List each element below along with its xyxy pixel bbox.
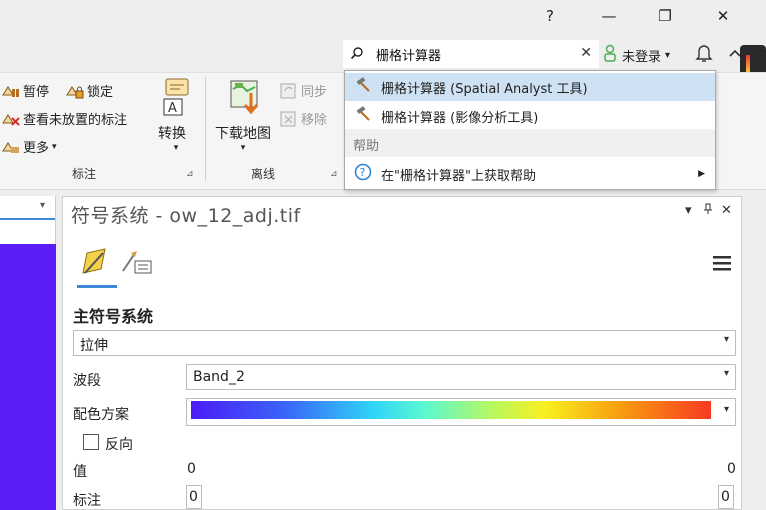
suggestion-image-analyst[interactable]: 栅格计算器 (影像分析工具) xyxy=(345,102,715,130)
value-min: 0 xyxy=(187,461,196,477)
lock-button[interactable]: 锁定 xyxy=(66,81,113,100)
chevron-down-icon: ▾ xyxy=(723,404,729,415)
command-search-box[interactable]: ✕ xyxy=(343,40,599,68)
chevron-down-icon: ▾ xyxy=(173,143,179,153)
primary-symbology-heading: 主符号系统 xyxy=(73,307,154,326)
vary-symbology-tab[interactable] xyxy=(121,249,153,283)
map-tab[interactable] xyxy=(0,196,55,220)
symbology-pane: 符号系统 - ow_12_adj.tif ▾ ✕ 主符号系统 拉伸 ▾ 波段 B… xyxy=(62,196,742,510)
renderer-select[interactable]: 拉伸 ▾ xyxy=(73,330,736,356)
panel-title: 符号系统 - ow_12_adj.tif xyxy=(71,205,301,227)
label-max-input[interactable]: 0 xyxy=(718,485,734,509)
label-label: 标注 xyxy=(73,493,101,509)
search-icon xyxy=(350,46,364,64)
search-suggestions: 栅格计算器 (Spatial Analyst 工具) 栅格计算器 (影像分析工具… xyxy=(344,70,716,190)
pause-labels-icon xyxy=(2,83,20,99)
pane-options-icon[interactable]: ▾ xyxy=(685,203,692,218)
user-sign-in[interactable]: 未登录 ▾ xyxy=(602,44,670,66)
svg-text:A: A xyxy=(168,101,177,116)
raster-fill xyxy=(0,244,56,510)
active-tab-indicator xyxy=(77,285,117,288)
band-label: 波段 xyxy=(73,373,101,389)
value-max: 0 xyxy=(727,461,736,477)
menu-icon[interactable] xyxy=(713,255,731,275)
minimize-button[interactable]: — xyxy=(594,4,624,28)
notification-bell-icon[interactable] xyxy=(694,42,714,68)
restore-button[interactable]: ❐ xyxy=(650,4,680,28)
invert-label: 反向 xyxy=(105,437,133,453)
chevron-down-icon: ▾ xyxy=(665,49,671,61)
invert-checkbox[interactable] xyxy=(83,434,99,450)
help-button[interactable]: ? xyxy=(535,4,565,28)
hammer-icon xyxy=(345,106,381,126)
more-labels-icon xyxy=(2,139,20,155)
chevron-down-icon: ▾ xyxy=(723,334,729,345)
more-button[interactable]: 更多 ▾ xyxy=(2,137,57,156)
lock-icon xyxy=(66,83,84,99)
dialog-launcher-icon[interactable]: ⊿ xyxy=(186,169,194,179)
chevron-down-icon: ▾ xyxy=(240,143,246,153)
unplaced-labels-icon xyxy=(2,111,20,127)
group-label-labeling: 标注 xyxy=(72,167,97,181)
download-map-icon xyxy=(214,77,272,123)
close-pane-icon[interactable]: ✕ xyxy=(721,203,732,218)
chevron-down-icon[interactable]: ▾ xyxy=(40,200,45,211)
color-ramp-preview xyxy=(191,401,711,419)
sync-button[interactable]: 同步 xyxy=(280,81,327,100)
sync-icon xyxy=(280,83,298,99)
user-icon xyxy=(602,44,618,66)
remove-button[interactable]: 移除 xyxy=(280,109,327,128)
svg-text:?: ? xyxy=(360,166,366,179)
search-input[interactable] xyxy=(376,45,576,63)
close-window-button[interactable]: ✕ xyxy=(708,4,738,28)
color-scheme-label: 配色方案 xyxy=(73,407,129,423)
primary-symbology-tab[interactable] xyxy=(81,247,107,283)
chevron-down-icon: ▾ xyxy=(52,141,57,152)
label-min-input[interactable]: 0 xyxy=(186,485,202,509)
band-select[interactable]: Band_2 ▾ xyxy=(186,364,736,390)
convert-icon: A xyxy=(160,77,194,121)
value-label: 值 xyxy=(73,464,87,480)
chevron-right-icon: ▶ xyxy=(698,169,705,179)
dialog-launcher-icon[interactable]: ⊿ xyxy=(330,169,338,179)
suggestion-spatial-analyst[interactable]: 栅格计算器 (Spatial Analyst 工具) xyxy=(345,73,715,101)
user-label: 未登录 xyxy=(622,49,662,65)
download-map-button[interactable]: 下载地图 ▾ xyxy=(214,77,272,153)
convert-button[interactable]: A 转换 ▾ xyxy=(158,77,194,153)
chevron-down-icon: ▾ xyxy=(723,368,729,379)
view-unplaced-button[interactable]: 查看未放置的标注 xyxy=(2,109,127,128)
remove-icon xyxy=(280,111,298,127)
clear-search-button[interactable]: ✕ xyxy=(580,45,592,61)
group-label-offline: 离线 xyxy=(251,167,276,181)
pin-icon[interactable] xyxy=(703,203,713,219)
hammer-icon xyxy=(345,77,381,97)
help-section-header: 帮助 xyxy=(345,129,715,157)
help-circle-icon: ? xyxy=(345,163,381,185)
raster-preview xyxy=(0,244,56,510)
pause-button[interactable]: 暂停 xyxy=(2,81,49,100)
get-help-item[interactable]: ? 在"栅格计算器"上获取帮助 ▶ xyxy=(345,160,715,188)
